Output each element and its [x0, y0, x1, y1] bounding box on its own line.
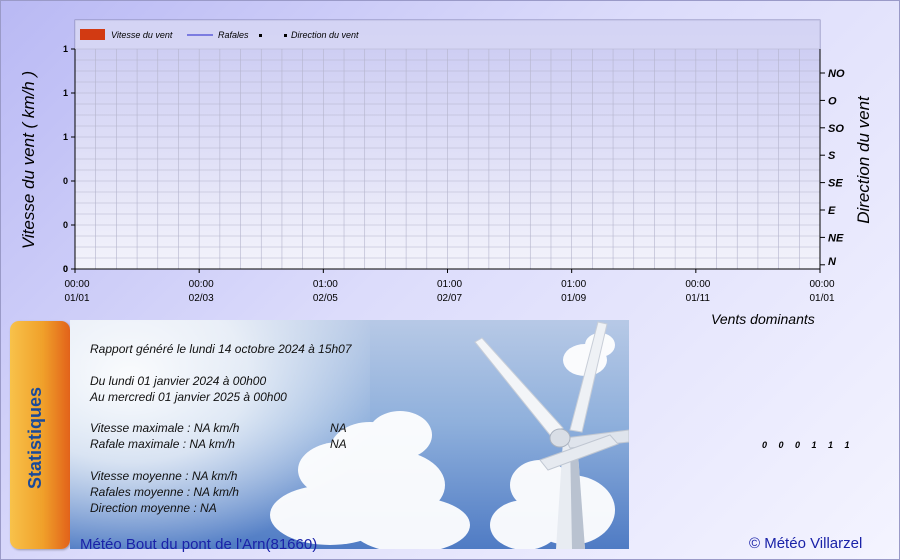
- x-tick-time: 00:00: [189, 279, 214, 290]
- legend-swatch-speed: [80, 29, 105, 40]
- station-name: Météo Bout du pont de l'Arn(81660): [80, 536, 318, 553]
- stats-from: Du lundi 01 janvier 2024 à 00h00: [90, 374, 267, 388]
- y-tick-label: 0: [63, 264, 68, 274]
- stats-max-speed-value: NA: [330, 421, 347, 435]
- copyright: © Météo Villarzel: [749, 535, 863, 552]
- stats-avg-speed: Vitesse moyenne : NA km/h: [90, 469, 238, 483]
- x-tick-time: 00:00: [64, 279, 89, 290]
- x-tick-date: 02/05: [313, 293, 338, 304]
- x-tick-date: 02/03: [189, 293, 214, 304]
- dominant-wind-counts: 000111: [762, 440, 861, 450]
- x-tick-time: 01:00: [313, 279, 338, 290]
- y-tick-label: 1: [63, 132, 68, 142]
- dominant-count: 1: [811, 440, 817, 450]
- direction-tick-label: N: [828, 256, 837, 268]
- direction-tick-label: E: [828, 205, 836, 217]
- dominant-count: 1: [844, 440, 850, 450]
- stats-avg-gust: Rafales moyenne : NA km/h: [90, 485, 239, 499]
- direction-tick-label: SO: [828, 123, 844, 135]
- dominant-count: 0: [795, 440, 801, 450]
- dominant-winds-label: Vents dominants: [711, 311, 815, 327]
- direction-tick-label: O: [828, 95, 837, 107]
- y-tick-label: 0: [63, 176, 68, 186]
- stats-panel: Rapport généré le lundi 14 octobre 2024 …: [70, 320, 629, 549]
- x-tick-date: 01/11: [686, 293, 711, 304]
- stats-avg-direction: Direction moyenne : NA: [90, 501, 217, 515]
- legend-swatch-dot: [259, 34, 262, 37]
- direction-tick-label: NE: [828, 232, 844, 244]
- y-tick-label: 1: [63, 44, 68, 54]
- x-tick-time: 00:00: [809, 279, 834, 290]
- x-tick-time: 01:00: [437, 279, 462, 290]
- x-tick-time: 01:00: [561, 279, 586, 290]
- dominant-count: 1: [828, 440, 834, 450]
- direction-tick-label: SE: [828, 178, 843, 190]
- stats-tab-label: Statistiques: [25, 386, 45, 490]
- direction-tick-label: NO: [828, 68, 845, 80]
- x-tick-date: 01/01: [809, 293, 834, 304]
- stats-generated: Rapport généré le lundi 14 octobre 2024 …: [90, 342, 352, 356]
- x-tick-time: 00:00: [685, 279, 710, 290]
- dominant-count: 0: [762, 440, 768, 450]
- stats-max-gust-value: NA: [330, 437, 347, 451]
- x-tick-date: 01/09: [561, 293, 586, 304]
- y2-axis-label: Direction du vent: [854, 96, 873, 224]
- legend-swatch-direction: [284, 34, 287, 37]
- legend-band: [75, 20, 820, 49]
- y-tick-label: 1: [63, 88, 68, 98]
- stats-max-gust: Rafale maximale : NA km/h: [90, 437, 235, 451]
- wind-chart: Vitesse du vent Rafales Direction du vent 1…: [63, 19, 845, 304]
- direction-tick-label: S: [828, 150, 836, 162]
- y-tick-label: 0: [63, 220, 68, 230]
- stats-max-speed: Vitesse maximale : NA km/h: [90, 421, 240, 435]
- y-axis-label: Vitesse du vent ( km/h ): [19, 70, 38, 250]
- stats-to: Au mercredi 01 janvier 2025 à 00h00: [90, 390, 287, 404]
- legend-label-speed: Vitesse du vent: [111, 30, 173, 40]
- legend-label-direction: Direction du vent: [291, 30, 359, 40]
- dominant-count: 0: [778, 440, 784, 450]
- x-tick-date: 02/07: [437, 293, 462, 304]
- legend-label-gust: Rafales: [218, 30, 249, 40]
- x-tick-date: 01/01: [64, 293, 89, 304]
